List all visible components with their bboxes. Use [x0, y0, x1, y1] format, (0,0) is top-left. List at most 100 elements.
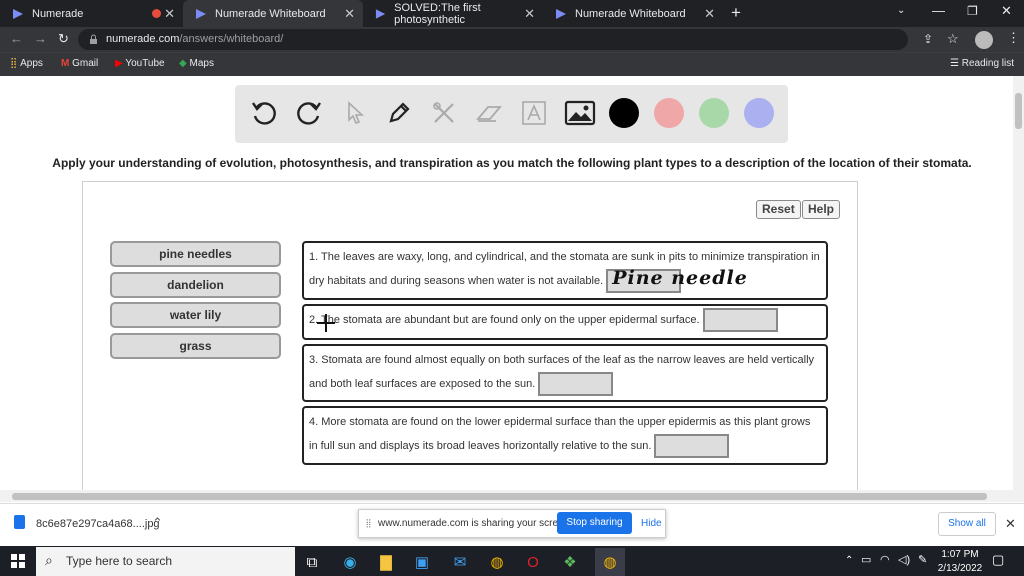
- eraser-icon[interactable]: [471, 95, 507, 131]
- match-item-text: 2. The stomata are abundant but are foun…: [309, 314, 700, 326]
- match-item-2: 2. The stomata are abundant but are foun…: [302, 304, 828, 340]
- numerade-favicon: [556, 8, 566, 19]
- mail-icon[interactable]: ✉: [448, 550, 472, 574]
- match-item-text: 4. More stomata are found on the lower e…: [309, 416, 811, 452]
- match-item-3: 3. Stomata are found almost equally on b…: [302, 344, 828, 402]
- tab-whiteboard-2[interactable]: Numerade Whiteboard ✕: [543, 0, 723, 27]
- close-tab-icon[interactable]: ✕: [164, 6, 175, 22]
- minimize-icon[interactable]: —: [932, 3, 945, 18]
- file-explorer-icon[interactable]: ▇: [374, 550, 398, 574]
- share-handle-icon[interactable]: ⦙⦙: [366, 518, 371, 531]
- tab-title: SOLVED:The first photosynthetic: [394, 1, 481, 26]
- option-dandelion[interactable]: dandelion: [110, 272, 281, 298]
- url-bar[interactable]: numerade.com/answers/whiteboard/: [78, 29, 908, 50]
- tab-numerade[interactable]: Numerade ✕: [0, 0, 183, 27]
- text-icon[interactable]: [516, 95, 552, 131]
- horizontal-scroll-thumb[interactable]: [12, 493, 987, 500]
- help-button[interactable]: Help: [802, 200, 841, 219]
- vertical-scrollbar[interactable]: [1013, 76, 1024, 490]
- clock-time[interactable]: 1:07 PM: [938, 549, 982, 560]
- tab-search-icon[interactable]: ⌄: [897, 5, 905, 16]
- match-item-1: 1. The leaves are waxy, long, and cylind…: [302, 241, 828, 300]
- share-icon[interactable]: ⇪: [923, 32, 933, 46]
- hide-button[interactable]: Hide: [641, 518, 662, 529]
- undo-icon[interactable]: [246, 95, 282, 131]
- show-all-button[interactable]: Show all: [938, 512, 996, 536]
- bookmark-star-icon[interactable]: ☆: [947, 31, 959, 47]
- task-view-icon[interactable]: ⧉: [300, 550, 324, 574]
- back-icon[interactable]: ←: [10, 31, 23, 46]
- youtube-icon: ▶: [115, 58, 123, 69]
- answer-drop-slot[interactable]: [654, 434, 730, 459]
- redo-icon[interactable]: [291, 95, 327, 131]
- tab-title: Numerade Whiteboard: [215, 7, 326, 20]
- menu-icon[interactable]: ⋮: [1007, 30, 1020, 46]
- new-tab-icon[interactable]: +: [731, 3, 741, 23]
- apps-grid-icon: ⣿: [10, 58, 18, 69]
- tab-title: Numerade Whiteboard: [575, 7, 686, 20]
- pointer-icon[interactable]: [336, 95, 372, 131]
- answer-drop-slot[interactable]: [538, 372, 614, 397]
- opera-icon[interactable]: O: [521, 550, 545, 574]
- chrome-icon[interactable]: ◍: [485, 550, 509, 574]
- tab-whiteboard-active[interactable]: Numerade Whiteboard ✕: [183, 0, 363, 27]
- bookmark-maps[interactable]: ◆ Maps: [179, 53, 214, 75]
- numerade-favicon: [375, 8, 386, 19]
- pen-icon[interactable]: [381, 95, 417, 131]
- forward-icon[interactable]: →: [34, 31, 47, 46]
- gmail-icon: M: [61, 58, 70, 69]
- image-file-icon: [14, 515, 25, 529]
- taskbar-search-input[interactable]: Type here to search: [36, 547, 295, 576]
- recording-icon: [152, 9, 161, 18]
- reload-icon[interactable]: ↻: [58, 31, 69, 47]
- answer-drop-slot[interactable]: [702, 308, 778, 333]
- numerade-favicon: [196, 8, 206, 19]
- avatar[interactable]: [975, 31, 993, 49]
- bookmark-apps[interactable]: ⣿ Apps: [10, 53, 43, 75]
- chrome-active-icon[interactable]: ◍: [595, 548, 625, 576]
- numerade-favicon: [13, 8, 23, 19]
- close-tab-icon[interactable]: ✕: [704, 6, 715, 22]
- bookmark-youtube[interactable]: ▶ YouTube: [115, 53, 165, 75]
- bookmark-gmail[interactable]: M Gmail: [61, 53, 98, 75]
- match-item-4: 4. More stomata are found on the lower e…: [302, 406, 828, 465]
- color-green-swatch[interactable]: [699, 98, 729, 128]
- reset-button[interactable]: Reset: [756, 200, 801, 219]
- pen-workspace-icon[interactable]: ✎: [918, 553, 927, 566]
- share-message: www.numerade.com is sharing your screen.: [378, 518, 572, 529]
- lock-icon[interactable]: [89, 34, 98, 45]
- restore-icon[interactable]: ❐: [967, 4, 978, 18]
- download-filename[interactable]: 8c6e87e297ca4a68....jpg: [36, 518, 160, 530]
- tools-icon[interactable]: [426, 95, 462, 131]
- edge-icon[interactable]: ◉: [338, 550, 362, 574]
- close-download-bar-icon[interactable]: ✕: [1005, 516, 1016, 532]
- reading-list[interactable]: ☰ Reading list: [950, 53, 1014, 75]
- tab-solved[interactable]: SOLVED:The first photosynthetic ✕: [363, 0, 543, 27]
- windows-start-icon[interactable]: [11, 554, 25, 568]
- window-close-icon[interactable]: ✕: [1001, 3, 1012, 19]
- notifications-icon[interactable]: ▢: [992, 552, 1004, 568]
- close-tab-icon[interactable]: ✕: [524, 6, 535, 22]
- option-grass[interactable]: grass: [110, 333, 281, 359]
- color-blue-swatch[interactable]: [744, 98, 774, 128]
- instruction-text: Apply your understanding of evolution, p…: [52, 156, 972, 170]
- network-icon[interactable]: ◠: [880, 553, 890, 566]
- color-black-swatch[interactable]: [609, 98, 639, 128]
- reading-list-icon: ☰: [950, 58, 959, 69]
- image-icon[interactable]: [562, 95, 598, 131]
- close-tab-icon[interactable]: ✕: [344, 6, 355, 22]
- volume-icon[interactable]: ◁): [898, 553, 910, 566]
- color-pink-swatch[interactable]: [654, 98, 684, 128]
- chevron-up-icon[interactable]: ⌃: [152, 515, 163, 531]
- stop-sharing-button[interactable]: Stop sharing: [557, 512, 632, 534]
- option-pine-needles[interactable]: pine needles: [110, 241, 281, 267]
- vertical-scroll-thumb[interactable]: [1015, 93, 1022, 129]
- tray-chevron-icon[interactable]: ⌃: [845, 555, 853, 566]
- battery-icon[interactable]: ▭: [861, 553, 871, 566]
- app-icon[interactable]: ❖: [558, 550, 582, 574]
- option-water-lily[interactable]: water lily: [110, 302, 281, 328]
- clock-date[interactable]: 2/13/2022: [936, 563, 984, 574]
- tab-title: Numerade: [32, 7, 84, 20]
- store-icon[interactable]: ▣: [410, 550, 434, 574]
- answer-drop-slot[interactable]: Pine needle: [606, 267, 747, 294]
